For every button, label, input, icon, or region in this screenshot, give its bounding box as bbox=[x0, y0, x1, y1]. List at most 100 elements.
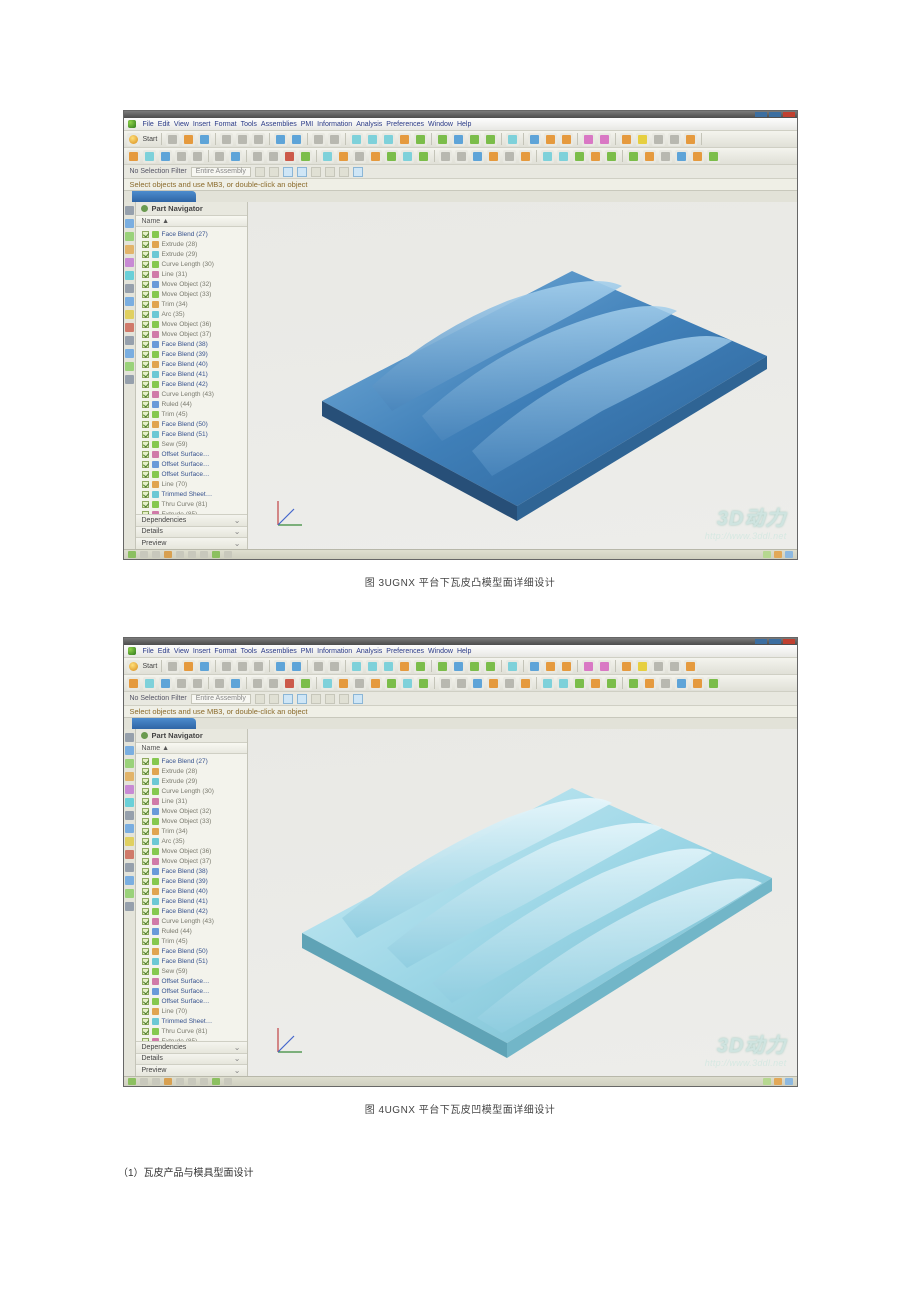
resource-tab-icon[interactable] bbox=[125, 362, 134, 371]
menu-item[interactable]: Edit bbox=[158, 648, 170, 655]
tree-checkbox[interactable] bbox=[142, 918, 149, 925]
wcs-icon[interactable] bbox=[229, 677, 242, 690]
tool-icon[interactable] bbox=[707, 150, 720, 163]
revolve-icon[interactable] bbox=[414, 133, 427, 146]
pattern-icon[interactable] bbox=[582, 660, 595, 673]
tree-checkbox[interactable] bbox=[142, 271, 149, 278]
tree-row[interactable]: Ruled (44) bbox=[142, 399, 247, 409]
open-icon[interactable] bbox=[182, 660, 195, 673]
measure-icon[interactable] bbox=[636, 660, 649, 673]
surface-icon[interactable] bbox=[605, 677, 618, 690]
new-icon[interactable] bbox=[166, 660, 179, 673]
tree-checkbox[interactable] bbox=[142, 481, 149, 488]
mirror-icon[interactable] bbox=[598, 133, 611, 146]
tree-checkbox[interactable] bbox=[142, 798, 149, 805]
layer-icon[interactable] bbox=[321, 150, 334, 163]
tree-checkbox[interactable] bbox=[142, 261, 149, 268]
layer-icon[interactable] bbox=[401, 150, 414, 163]
tree-row[interactable]: Face Blend (50) bbox=[142, 946, 247, 956]
copy-icon[interactable] bbox=[236, 133, 249, 146]
save-icon[interactable] bbox=[198, 133, 211, 146]
tree-checkbox[interactable] bbox=[142, 441, 149, 448]
tree-checkbox[interactable] bbox=[142, 341, 149, 348]
cut-icon[interactable] bbox=[220, 660, 233, 673]
draft-icon[interactable] bbox=[484, 660, 497, 673]
extrude-icon[interactable] bbox=[398, 133, 411, 146]
tool-icon[interactable] bbox=[675, 150, 688, 163]
tree-row[interactable]: Ruled (44) bbox=[142, 926, 247, 936]
tree-checkbox[interactable] bbox=[142, 281, 149, 288]
filter-icon[interactable] bbox=[255, 694, 265, 704]
status-icon[interactable] bbox=[200, 551, 208, 558]
status-icon[interactable] bbox=[128, 551, 136, 558]
resource-tab-icon[interactable] bbox=[125, 375, 134, 384]
redo-icon[interactable] bbox=[290, 660, 303, 673]
tree-checkbox[interactable] bbox=[142, 808, 149, 815]
curve-icon[interactable] bbox=[455, 677, 468, 690]
menu-item[interactable]: PMI bbox=[301, 648, 313, 655]
menu-item[interactable]: Analysis bbox=[356, 121, 382, 128]
menu-item[interactable]: Analysis bbox=[356, 648, 382, 655]
menu-item[interactable]: View bbox=[174, 121, 189, 128]
tree-row[interactable]: Face Blend (42) bbox=[142, 379, 247, 389]
mirror-icon[interactable] bbox=[598, 660, 611, 673]
status-icon[interactable] bbox=[128, 1078, 136, 1085]
section-preview[interactable]: Preview bbox=[136, 537, 247, 549]
tree-row[interactable]: Arc (35) bbox=[142, 836, 247, 846]
tree-checkbox[interactable] bbox=[142, 351, 149, 358]
extrude-icon[interactable] bbox=[398, 660, 411, 673]
tool-icon[interactable] bbox=[668, 133, 681, 146]
resource-tab-icon[interactable] bbox=[125, 310, 134, 319]
tree-row[interactable]: Curve Length (43) bbox=[142, 389, 247, 399]
close-button[interactable] bbox=[783, 112, 795, 117]
view-icon[interactable] bbox=[191, 677, 204, 690]
tree-checkbox[interactable] bbox=[142, 401, 149, 408]
feature-tree[interactable]: Face Blend (27)Extrude (28)Extrude (29)C… bbox=[136, 754, 247, 1040]
tree-column-header[interactable]: Name ▲ bbox=[136, 743, 247, 755]
resource-tab-icon[interactable] bbox=[125, 798, 134, 807]
filter-icon[interactable] bbox=[325, 694, 335, 704]
tree-checkbox[interactable] bbox=[142, 958, 149, 965]
resource-tab-icon[interactable] bbox=[125, 733, 134, 742]
tool-icon[interactable] bbox=[312, 660, 325, 673]
view-icon[interactable] bbox=[175, 677, 188, 690]
minimize-button[interactable] bbox=[755, 639, 767, 644]
tree-row[interactable]: Line (70) bbox=[142, 1006, 247, 1016]
tool-icon[interactable] bbox=[691, 677, 704, 690]
surface-icon[interactable] bbox=[573, 150, 586, 163]
resource-tab-icon[interactable] bbox=[125, 232, 134, 241]
measure-icon[interactable] bbox=[620, 660, 633, 673]
filter-icon[interactable] bbox=[339, 694, 349, 704]
resource-tab-icon[interactable] bbox=[125, 902, 134, 911]
tree-checkbox[interactable] bbox=[142, 471, 149, 478]
viewport[interactable]: 3D动力 http://www.3ddl.net bbox=[248, 202, 797, 549]
curve-icon[interactable] bbox=[455, 150, 468, 163]
tree-checkbox[interactable] bbox=[142, 838, 149, 845]
shell-icon[interactable] bbox=[506, 133, 519, 146]
resource-tab-icon[interactable] bbox=[125, 271, 134, 280]
curve-icon[interactable] bbox=[503, 150, 516, 163]
tree-row[interactable]: Move Object (33) bbox=[142, 816, 247, 826]
tree-row[interactable]: Move Object (32) bbox=[142, 806, 247, 816]
open-icon[interactable] bbox=[182, 133, 195, 146]
selection-filter-dropdown[interactable]: No Selection Filter bbox=[130, 168, 187, 175]
resource-tab-icon[interactable] bbox=[125, 772, 134, 781]
tree-checkbox[interactable] bbox=[142, 998, 149, 1005]
view-icon[interactable] bbox=[143, 677, 156, 690]
tool-icon[interactable] bbox=[659, 677, 672, 690]
tree-row[interactable]: Trim (45) bbox=[142, 409, 247, 419]
layer-icon[interactable] bbox=[401, 677, 414, 690]
tree-row[interactable]: Face Blend (27) bbox=[142, 229, 247, 239]
hole-icon[interactable] bbox=[436, 133, 449, 146]
tree-row[interactable]: Move Object (36) bbox=[142, 846, 247, 856]
resource-tab-icon[interactable] bbox=[125, 785, 134, 794]
viewport[interactable]: 3D动力 http://www.3ddl.net bbox=[248, 729, 797, 1076]
resource-tab-icon[interactable] bbox=[125, 297, 134, 306]
tree-checkbox[interactable] bbox=[142, 938, 149, 945]
tree-row[interactable]: Offset Surface… bbox=[142, 469, 247, 479]
start-menu-button[interactable] bbox=[127, 660, 140, 673]
intersect-icon[interactable] bbox=[560, 133, 573, 146]
tree-checkbox[interactable] bbox=[142, 968, 149, 975]
tool-icon[interactable] bbox=[627, 677, 640, 690]
tree-checkbox[interactable] bbox=[142, 778, 149, 785]
